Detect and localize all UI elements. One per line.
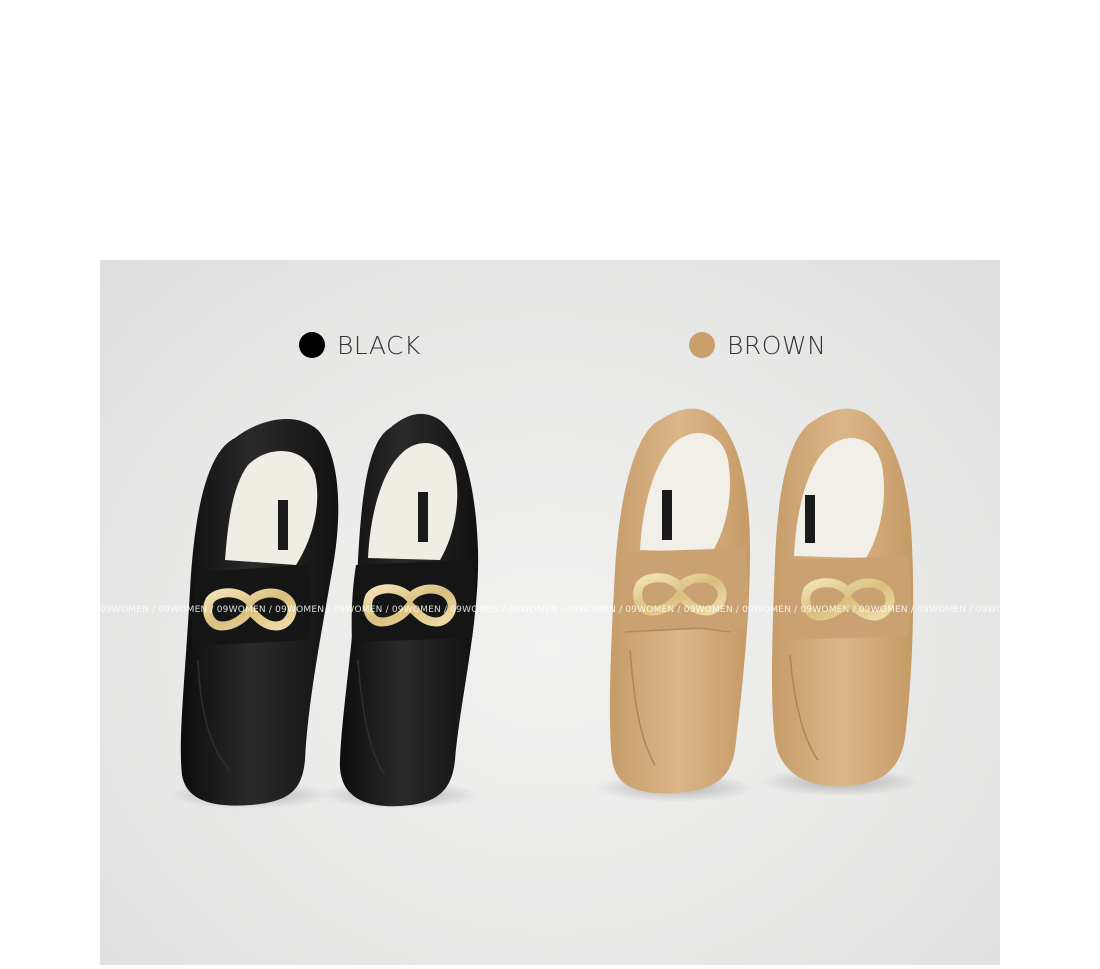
watermark-text: 09WOMEN / 09WOMEN / 09WOMEN / 09WOMEN / … <box>100 605 1000 615</box>
product-photo: BLACK BROWN 09WOMEN / 09WOMEN / 09WOMEN … <box>100 260 1000 965</box>
brown-loafer-right <box>760 408 920 796</box>
